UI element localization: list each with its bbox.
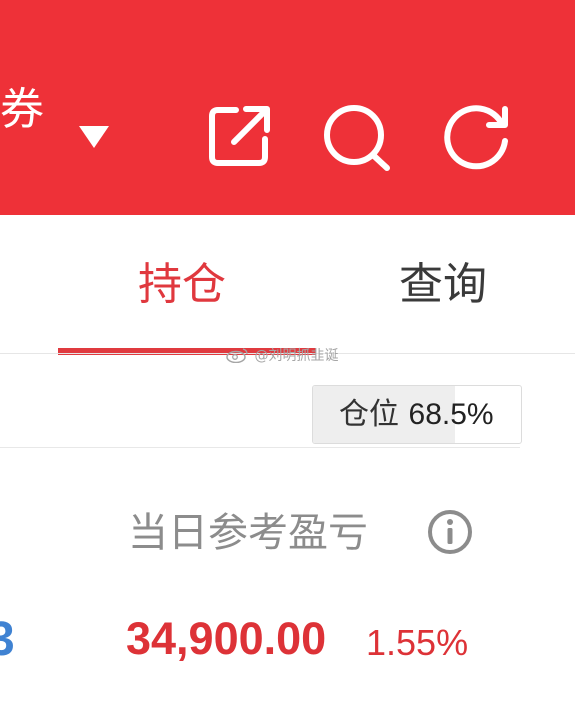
daily-pnl-percent: 1.55%	[366, 622, 469, 663]
position-value: 68.5%	[408, 398, 494, 431]
watermark-text: @刘明抓韭诞	[254, 348, 339, 364]
daily-pnl-label: 当日参考盈亏	[128, 510, 368, 556]
share-icon[interactable]	[206, 103, 274, 169]
app-header: 券	[0, 0, 575, 215]
tab-bar: 持仓 查询	[0, 215, 575, 355]
tab-query[interactable]: 查询	[399, 255, 487, 315]
triangle-down-icon[interactable]	[77, 124, 111, 150]
position-ratio-bar: 仓位 68.5%	[312, 385, 522, 444]
left-column-value: 3	[0, 613, 15, 666]
watermark: @刘明抓韭诞	[226, 347, 338, 365]
tab-holdings[interactable]: 持仓	[138, 255, 226, 315]
broker-title[interactable]: 券	[0, 82, 44, 138]
position-ratio-text: 仓位 68.5%	[339, 395, 494, 435]
info-icon[interactable]	[426, 508, 474, 556]
daily-pnl-value: 34,900.00	[126, 613, 327, 664]
position-label: 仓位	[339, 397, 399, 432]
row-divider	[0, 447, 520, 448]
search-icon[interactable]	[321, 103, 393, 171]
refresh-icon[interactable]	[442, 103, 512, 171]
weibo-icon	[226, 348, 248, 363]
